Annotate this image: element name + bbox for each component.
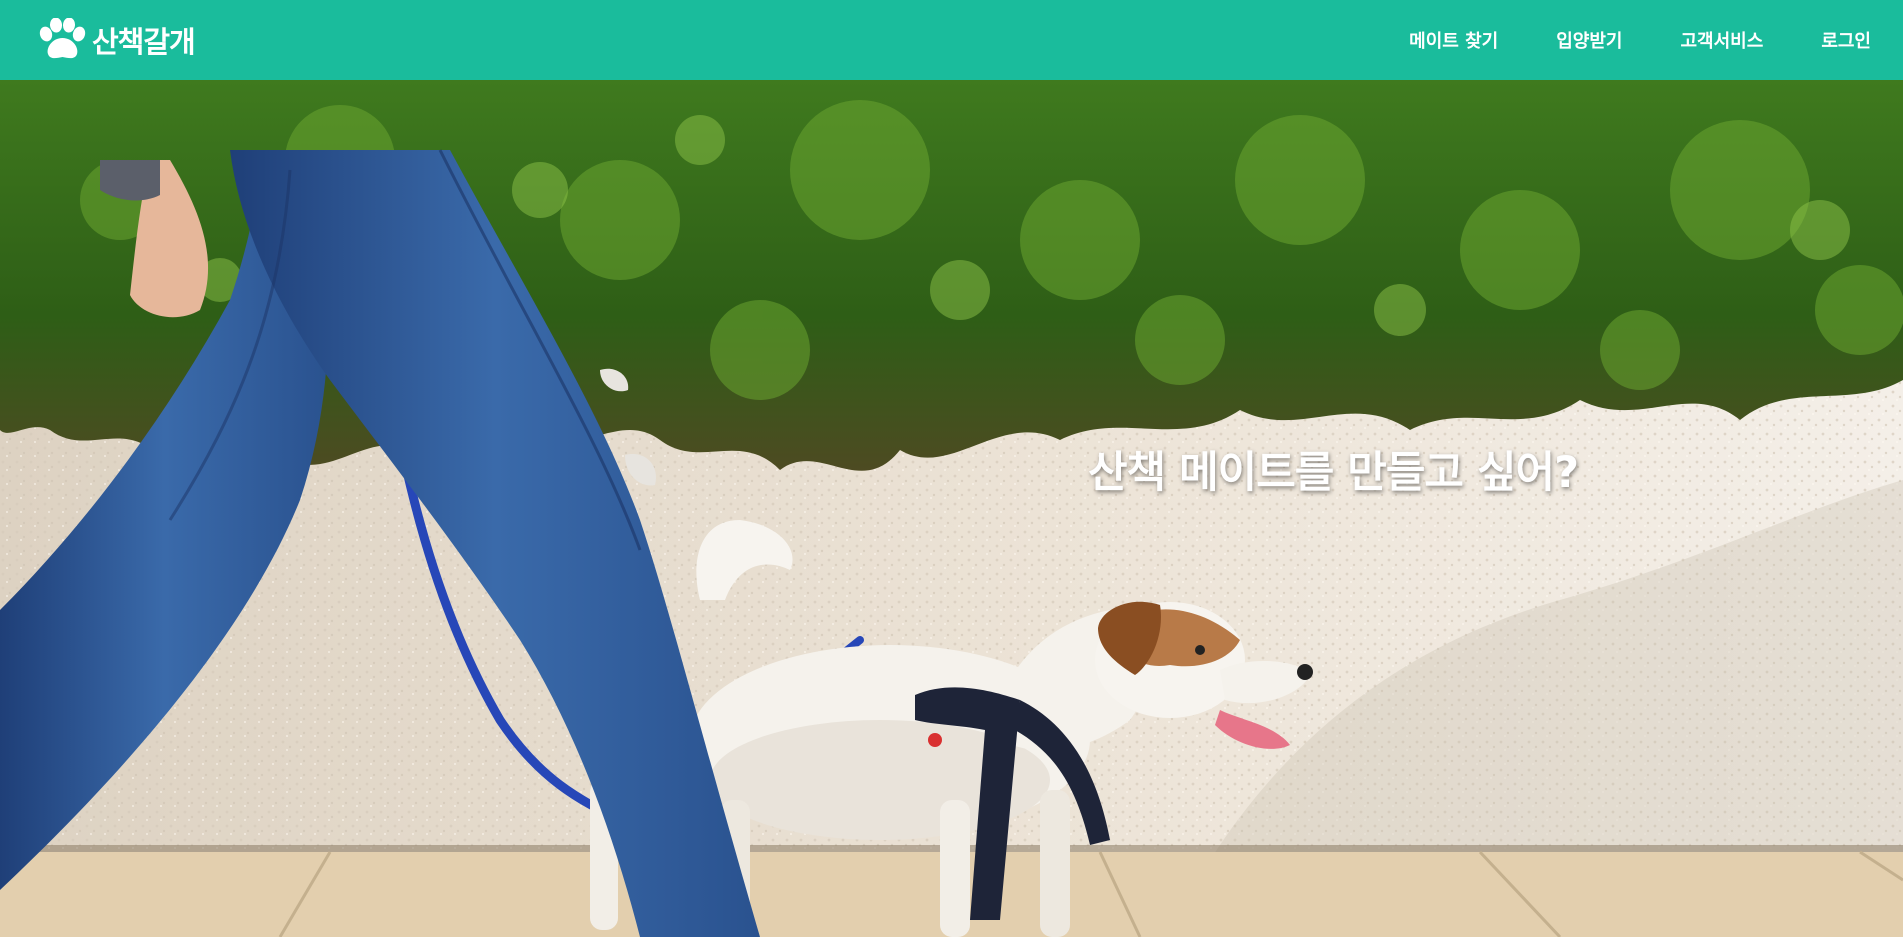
nav-item-find-mate[interactable]: 메이트 찾기 [1380,0,1527,80]
hero-headline: 산책 메이트를 만들고 싶어? [1088,448,1579,498]
top-navigation-bar: 산책갈개 메이트 찾기 입양받기 고객서비스 로그인 [0,0,1903,80]
nav-item-customer-service[interactable]: 고객서비스 [1652,0,1793,80]
nav-item-login[interactable]: 로그인 [1792,0,1871,80]
hero-image-dog-walk [0,80,1903,937]
main-nav: 메이트 찾기 입양받기 고객서비스 로그인 [1380,0,1871,80]
nav-item-adoption[interactable]: 입양받기 [1527,0,1651,80]
brand-name: 산책갈개 [92,25,196,59]
brand-logo[interactable]: 산책갈개 [36,18,196,62]
paw-icon [36,18,88,62]
hero-banner: 산책 메이트를 만들고 싶어? [0,80,1903,937]
